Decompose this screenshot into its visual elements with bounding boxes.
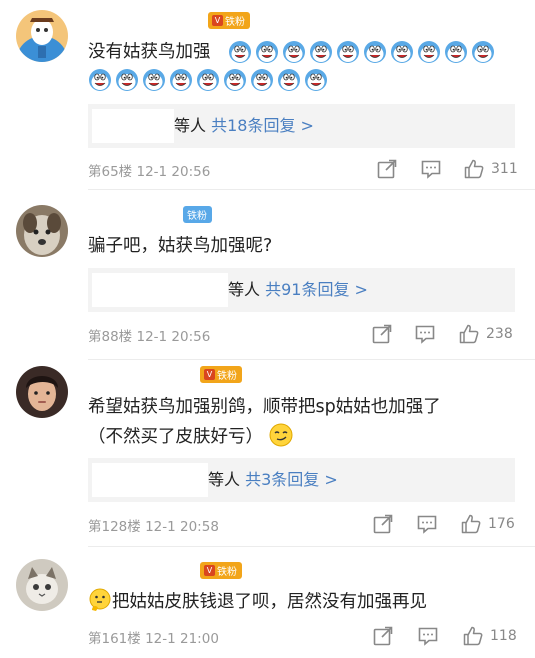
timestamp: 12-1 21:00 <box>145 631 219 647</box>
thumbs-up-icon <box>463 158 485 180</box>
face-emoji-icon <box>224 69 246 91</box>
thinking-emoji-icon <box>88 588 112 612</box>
reply-count-link[interactable]: 共18条回复 > <box>211 116 314 135</box>
face-emoji-icon <box>197 69 219 91</box>
face-emoji-icon <box>170 69 192 91</box>
comment-item: V 铁粉 没有姑获鸟加强 等人 共18条回复 > 第65楼 12-1 20:56… <box>0 0 535 190</box>
reply-preview[interactable]: 等人 共3条回复 > <box>88 458 515 502</box>
redacted-name <box>92 463 208 497</box>
comment-text: 没有姑获鸟加强 <box>88 42 211 62</box>
share-button[interactable] <box>372 513 394 535</box>
like-button[interactable]: 176 <box>460 513 515 535</box>
emoji-row <box>88 68 328 92</box>
comment-text: 希望姑获鸟加强别鸽，顺带把sp姑姑也加强了 <box>88 397 441 417</box>
face-emoji-icon <box>89 69 111 91</box>
comment-meta: 第65楼 12-1 20:56 <box>88 160 210 180</box>
comment-button[interactable] <box>414 323 436 345</box>
face-emoji-icon <box>391 41 413 63</box>
level-icon: V <box>204 565 215 576</box>
like-count: 238 <box>486 326 513 342</box>
face-emoji-icon <box>310 41 332 63</box>
fan-badge: V 铁粉 <box>200 562 242 579</box>
face-emoji-icon <box>143 69 165 91</box>
reply-preview[interactable]: 等人 共18条回复 > <box>88 104 515 148</box>
face-emoji-icon <box>256 41 278 63</box>
comment-meta: 第161楼 12-1 21:00 <box>88 627 219 647</box>
face-emoji-icon <box>116 69 138 91</box>
face-emoji-icon <box>229 41 251 63</box>
like-button[interactable]: 118 <box>462 625 517 647</box>
timestamp: 12-1 20:56 <box>136 329 211 345</box>
comment-button[interactable] <box>420 158 442 180</box>
floor-number: 第128楼 <box>88 519 141 535</box>
face-emoji-icon <box>445 41 467 63</box>
like-button[interactable]: 311 <box>463 158 518 180</box>
reply-preview[interactable]: 等人 共91条回复 > <box>88 268 515 312</box>
comment-icon <box>417 625 439 647</box>
comment-icon <box>414 323 436 345</box>
comment-text: 把姑姑皮肤钱退了呗，居然没有加强再见 <box>88 585 427 619</box>
fan-badge: V 铁粉 <box>200 366 242 383</box>
avatar[interactable] <box>16 205 68 257</box>
comment-meta: 第88楼 12-1 20:56 <box>88 325 210 345</box>
face-emoji-icon <box>251 69 273 91</box>
share-button[interactable] <box>372 625 394 647</box>
face-emoji-icon <box>364 41 386 63</box>
floor-number: 第161楼 <box>88 631 141 647</box>
thumbs-up-icon <box>462 625 484 647</box>
fan-badge: V 铁粉 <box>208 12 250 29</box>
share-button[interactable] <box>376 158 398 180</box>
face-emoji-icon <box>278 69 300 91</box>
share-icon <box>371 323 393 345</box>
reply-count-link[interactable]: 共3条回复 > <box>245 470 338 489</box>
avatar[interactable] <box>16 559 68 611</box>
emoji-row <box>228 40 495 64</box>
floor-number: 第65楼 <box>88 164 133 180</box>
comment-icon <box>416 513 438 535</box>
comment-meta: 第128楼 12-1 20:58 <box>88 515 219 535</box>
level-icon: V <box>204 369 215 380</box>
thumbs-up-icon <box>460 513 482 535</box>
like-count: 118 <box>490 628 517 644</box>
comment-item: V 铁粉 希望姑获鸟加强别鸽，顺带把sp姑姑也加强了 （不然买了皮肤好亏） 等人… <box>0 360 535 547</box>
reply-summary: 等人 <box>228 280 261 299</box>
share-icon <box>376 158 398 180</box>
timestamp: 12-1 20:56 <box>136 164 211 180</box>
smirk-emoji-icon <box>269 423 293 447</box>
face-emoji-icon <box>305 69 327 91</box>
comment-text: 骗子吧，姑获鸟加强呢? <box>88 236 273 256</box>
comment-icon <box>420 158 442 180</box>
face-emoji-icon <box>283 41 305 63</box>
fan-badge: 铁粉 <box>183 206 212 223</box>
timestamp: 12-1 20:58 <box>145 519 219 535</box>
comment-button[interactable] <box>416 513 438 535</box>
comment-item: 铁粉 骗子吧，姑获鸟加强呢? 等人 共91条回复 > 第88楼 12-1 20:… <box>0 190 535 360</box>
floor-number: 第88楼 <box>88 329 133 345</box>
avatar[interactable] <box>16 366 68 418</box>
reply-summary: 等人 <box>174 116 207 135</box>
face-emoji-icon <box>472 41 494 63</box>
share-button[interactable] <box>371 323 393 345</box>
share-icon <box>372 625 394 647</box>
avatar[interactable] <box>16 10 68 62</box>
comment-item: V 铁粉 把姑姑皮肤钱退了呗，居然没有加强再见 第161楼 12-1 21:00… <box>0 547 535 658</box>
comment-text-line2: （不然买了皮肤好亏） <box>88 420 293 454</box>
comment-button[interactable] <box>417 625 439 647</box>
thumbs-up-icon <box>458 323 480 345</box>
redacted-name <box>92 273 228 307</box>
face-emoji-icon <box>337 41 359 63</box>
reply-summary: 等人 <box>208 470 241 489</box>
share-icon <box>372 513 394 535</box>
redacted-name <box>92 109 174 143</box>
reply-count-link[interactable]: 共91条回复 > <box>265 280 368 299</box>
like-count: 176 <box>488 516 515 532</box>
like-button[interactable]: 238 <box>458 323 513 345</box>
like-count: 311 <box>491 161 518 177</box>
level-icon: V <box>212 15 223 26</box>
face-emoji-icon <box>418 41 440 63</box>
